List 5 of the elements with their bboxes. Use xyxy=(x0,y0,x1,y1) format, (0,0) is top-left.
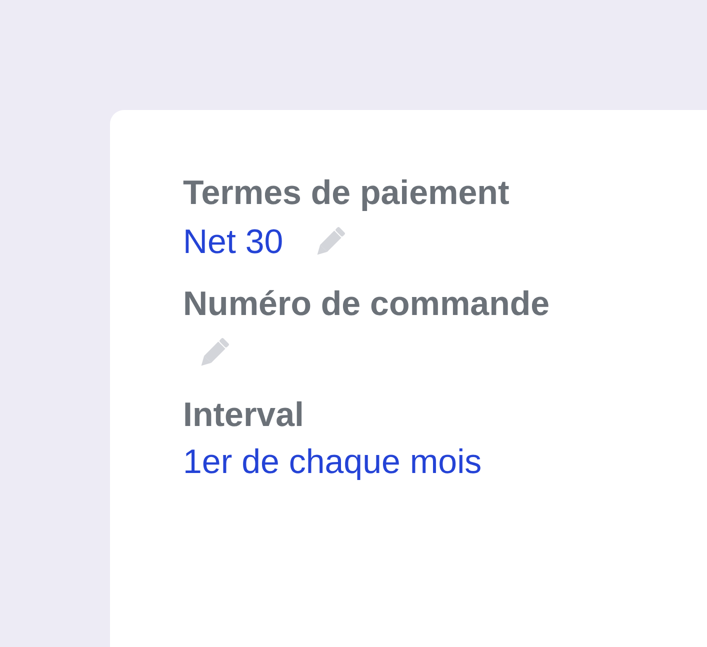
field-value: Net 30 xyxy=(183,222,284,262)
field-label: Interval xyxy=(183,396,305,435)
field-label: Termes de paiement xyxy=(183,174,510,213)
field-label: Numéro de commande xyxy=(183,285,551,324)
field-value: 1er de chaque mois xyxy=(183,443,482,482)
